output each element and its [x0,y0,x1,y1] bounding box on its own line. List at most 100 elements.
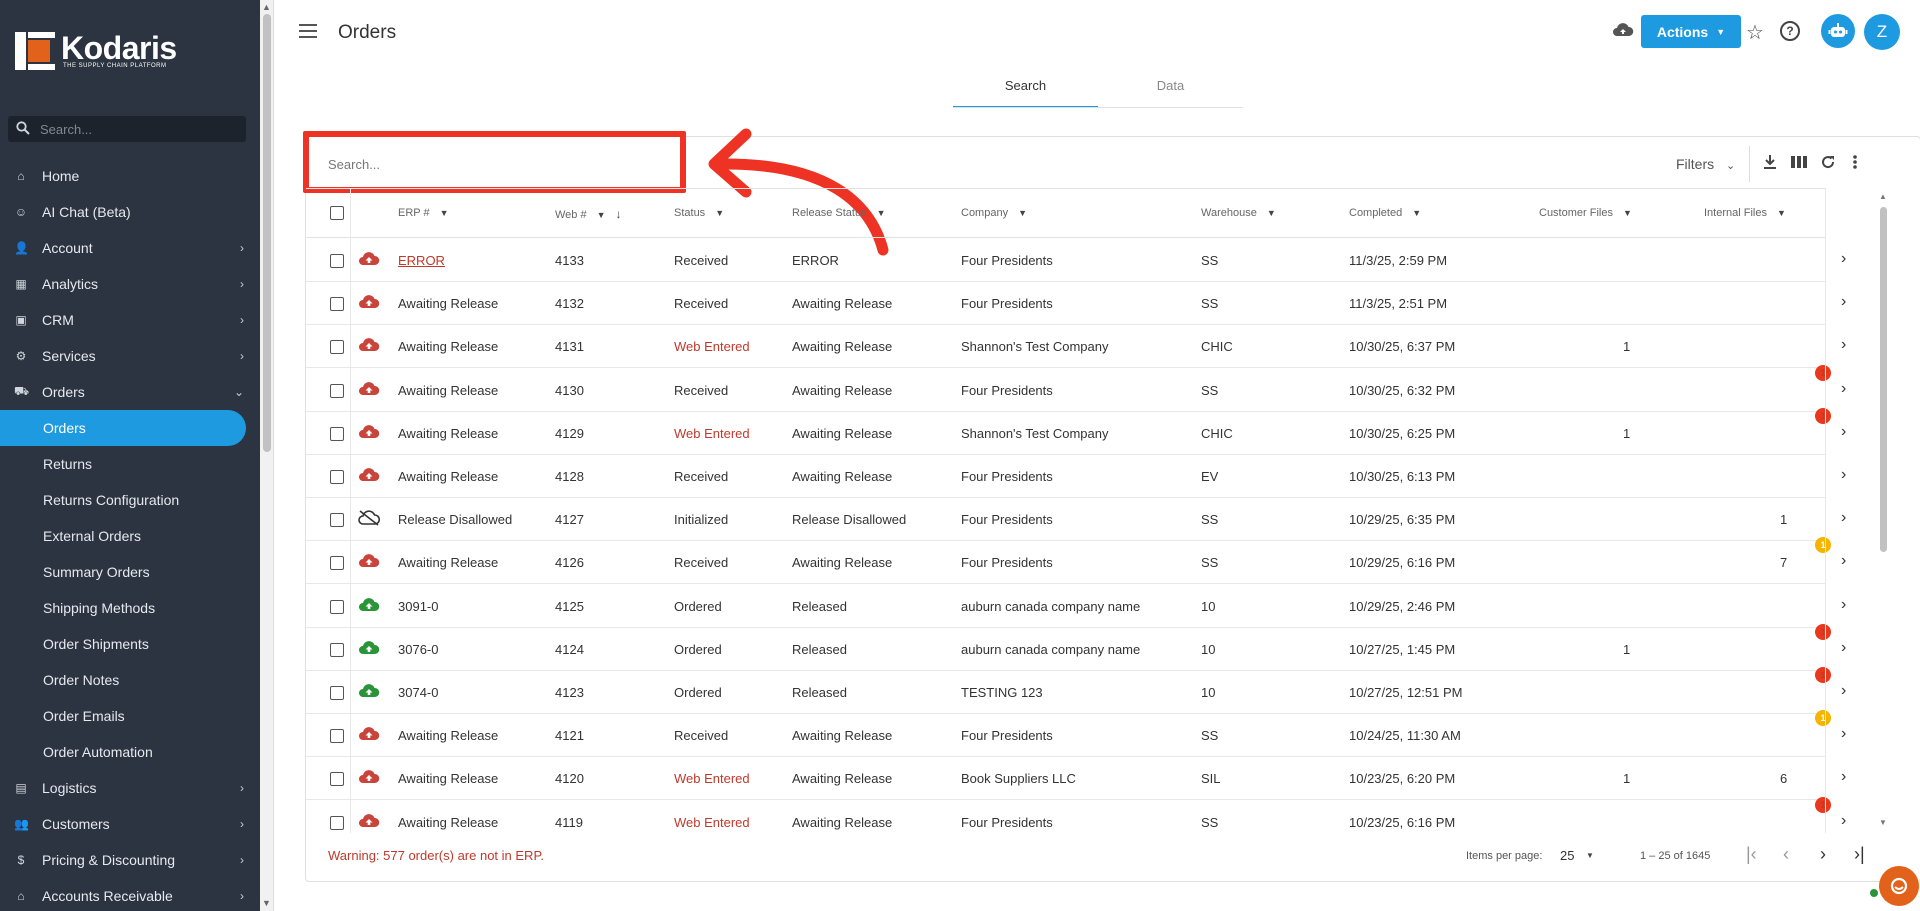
filters-button[interactable]: Filters ⌄ [1676,156,1735,172]
column-header-company[interactable]: Company ▼ [961,207,1027,219]
row-open-chevron-icon[interactable]: › [1841,423,1846,441]
scroll-up-arrow-icon[interactable]: ▲ [1879,192,1887,201]
table-scroll-thumb[interactable] [1880,207,1887,552]
sidebar-subitem-summary-orders[interactable]: Summary Orders [0,554,260,590]
row-open-chevron-icon[interactable]: › [1841,336,1846,354]
row-checkbox[interactable] [330,772,344,787]
sidebar-subitem-shipping-methods[interactable]: Shipping Methods [0,590,260,626]
table-row[interactable]: Awaiting Release 4130 Received Awaiting Rel… [306,364,1846,412]
row-open-chevron-icon[interactable]: › [1841,250,1846,268]
sidebar-subitem-order-automation[interactable]: Order Automation [0,734,260,770]
column-header-customer-files[interactable]: Customer Files ▼ [1539,207,1632,219]
scroll-up-arrow-icon[interactable]: ▲ [262,2,271,12]
table-row[interactable]: Awaiting Release 4119 Web Entered Awaiting … [306,796,1846,833]
sidebar-item-accounts-receivable[interactable]: ⌂ Accounts Receivable › [0,878,260,911]
ai-bot-icon[interactable] [1821,14,1855,48]
row-open-chevron-icon[interactable]: › [1841,682,1846,700]
tab-search[interactable]: Search [953,68,1098,108]
row-checkbox[interactable] [330,599,344,614]
sidebar-search[interactable] [8,116,246,142]
prev-page-icon[interactable]: ‹ [1783,844,1789,865]
sidebar-item-customers[interactable]: 👥 Customers › [0,806,260,842]
select-all-checkbox[interactable] [330,206,344,220]
sidebar-item-ai-chat-beta-[interactable]: ☺ AI Chat (Beta) [0,194,260,230]
table-scrollbar[interactable]: ▲ ▼ [1877,190,1889,830]
sidebar-item-services[interactable]: ⚙ Services › [0,338,260,374]
scroll-down-arrow-icon[interactable]: ▼ [262,898,271,908]
next-page-icon[interactable]: › [1820,844,1826,865]
table-row[interactable]: 3076-0 4124 Ordered Released auburn canada c… [306,623,1846,671]
table-row[interactable]: Awaiting Release 4120 Web Entered Awaiting … [306,757,1846,801]
table-row[interactable]: ERROR 4133 Received ERROR Four Presidents SS 1… [306,239,1846,282]
sidebar-item-account[interactable]: 👤 Account › [0,230,260,266]
sidebar-item-logistics[interactable]: ▤ Logistics › [0,770,260,806]
column-menu-icon[interactable]: ▼ [1018,208,1027,218]
table-row[interactable]: 3074-0 4123 Ordered Released TESTING 123 10 10… [306,667,1846,714]
table-row[interactable]: Awaiting Release 4132 Received Awaiting Rel… [306,282,1846,326]
row-open-chevron-icon[interactable]: › [1841,466,1846,484]
actions-button[interactable]: Actions ▼ [1641,15,1741,48]
row-open-chevron-icon[interactable]: › [1841,380,1846,398]
sidebar-subitem-returns-configuration[interactable]: Returns Configuration [0,482,260,518]
kodaris-logo[interactable]: Kodaris THE SUPPLY CHAIN PLATFORM [15,32,177,70]
cloud-icon[interactable] [1612,21,1634,45]
table-row[interactable]: Release Disallowed 4127 Initialized Release… [306,498,1846,542]
sidebar-subitem-external-orders[interactable]: External Orders [0,518,260,554]
row-checkbox[interactable] [330,686,344,700]
column-menu-icon[interactable]: ▼ [1623,208,1632,218]
columns-icon[interactable] [1790,154,1808,175]
column-menu-icon[interactable]: ▼ [440,208,449,218]
caret-down-icon[interactable]: ▼ [1586,851,1594,860]
star-icon[interactable]: ☆ [1746,20,1764,45]
last-page-icon[interactable]: ›| [1854,844,1865,865]
user-avatar[interactable]: Z [1864,14,1900,50]
items-per-page-select[interactable]: 25 [1560,848,1574,863]
column-header-status[interactable]: Status ▼ [674,207,724,219]
column-menu-icon[interactable]: ▼ [1267,208,1276,218]
more-vert-icon[interactable] [1852,154,1858,175]
table-row[interactable]: Awaiting Release 4128 Received Awaiting Rel… [306,455,1846,498]
refresh-icon[interactable] [1820,154,1836,175]
sidebar-scroll-thumb[interactable] [263,14,271,452]
row-checkbox[interactable] [330,642,344,657]
column-header-web[interactable]: Web # ▼ ↓ [555,207,622,221]
scroll-down-arrow-icon[interactable]: ▼ [1879,818,1887,827]
column-menu-icon[interactable]: ▼ [715,208,724,218]
column-header-warehouse[interactable]: Warehouse ▼ [1201,207,1276,219]
column-header-completed[interactable]: Completed ▼ [1349,207,1421,219]
row-checkbox[interactable] [330,426,344,441]
column-menu-icon[interactable]: ▼ [1777,208,1786,218]
sidebar-subitem-orders[interactable]: Orders [0,410,246,446]
sidebar-subitem-order-notes[interactable]: Order Notes [0,662,260,698]
sidebar-item-crm[interactable]: ▣ CRM › [0,302,260,338]
sidebar-scrollbar[interactable]: ▲ ▼ [260,0,274,911]
cell-erp[interactable]: ERROR [398,253,445,268]
table-row[interactable]: 3091-0 4125 Ordered Released auburn canada c… [306,585,1846,628]
row-open-chevron-icon[interactable]: › [1841,639,1846,657]
download-icon[interactable] [1762,154,1778,175]
sidebar-item-orders[interactable]: ⛟ Orders ⌄ [0,374,260,410]
sidebar-subitem-returns[interactable]: Returns [0,446,260,482]
help-icon[interactable]: ? [1780,21,1800,41]
sidebar-item-home[interactable]: ⌂ Home [0,158,260,194]
row-open-chevron-icon[interactable]: › [1841,768,1846,786]
column-menu-icon[interactable]: ▼ [1412,208,1421,218]
table-row[interactable]: Awaiting Release 4126 Received Awaiting Rel… [306,537,1846,585]
row-checkbox[interactable] [330,383,344,398]
column-header-release-status[interactable]: Release Status ▼ [792,207,886,219]
row-open-chevron-icon[interactable]: › [1841,293,1846,311]
row-checkbox[interactable] [330,513,344,528]
table-row[interactable]: Awaiting Release 4129 Web Entered Awaiting … [306,407,1846,455]
sidebar-subitem-order-emails[interactable]: Order Emails [0,698,260,734]
table-row[interactable]: Awaiting Release 4121 Received Awaiting Rel… [306,710,1846,758]
column-menu-icon[interactable]: ▼ [597,210,606,220]
menu-icon[interactable] [299,24,317,38]
row-checkbox[interactable] [330,340,344,355]
sort-desc-arrow-icon[interactable]: ↓ [616,207,622,221]
column-header-internal-files[interactable]: Internal Files ▼ [1704,207,1786,219]
first-page-icon[interactable]: |‹ [1746,844,1757,865]
sidebar-search-input[interactable] [40,121,230,137]
row-checkbox[interactable] [330,254,344,268]
sidebar-subitem-order-shipments[interactable]: Order Shipments [0,626,260,662]
row-open-chevron-icon[interactable]: › [1841,725,1846,743]
